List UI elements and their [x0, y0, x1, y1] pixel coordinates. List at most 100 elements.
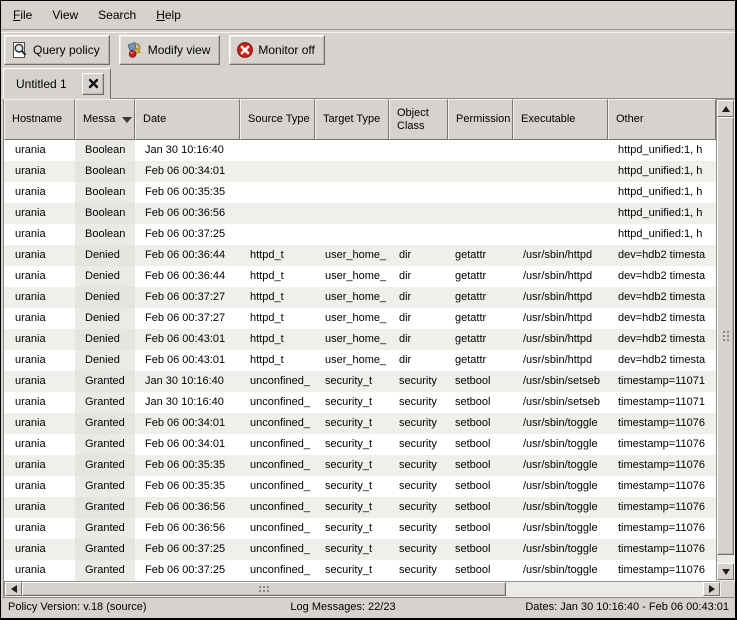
menu-search[interactable]: Search — [88, 4, 146, 26]
table-cell: urania — [4, 350, 75, 371]
table-cell: Feb 06 00:35:35 — [135, 182, 240, 203]
table-row[interactable]: uraniaGrantedFeb 06 00:35:35unconfined_s… — [4, 455, 716, 476]
column-header-date[interactable]: Date — [135, 99, 240, 140]
arrow-down-icon — [722, 569, 730, 575]
query-policy-icon — [11, 41, 29, 59]
monitor-off-label: Monitor off — [258, 43, 314, 57]
modify-view-label: Modify view — [148, 43, 211, 57]
horizontal-scrollbar-thumb[interactable] — [22, 582, 506, 596]
table-cell: security — [389, 413, 448, 434]
table-cell: security — [389, 434, 448, 455]
table-cell: Granted — [75, 434, 135, 455]
table-row[interactable]: uraniaDeniedFeb 06 00:36:44httpd_tuser_h… — [4, 266, 716, 287]
table-row[interactable]: uraniaGrantedFeb 06 00:36:56unconfined_s… — [4, 518, 716, 539]
column-header-other[interactable]: Other — [608, 99, 716, 140]
table-cell: timestamp=11076 — [608, 434, 716, 455]
table-row[interactable]: uraniaGrantedFeb 06 00:35:35unconfined_s… — [4, 476, 716, 497]
table-cell: unconfined_ — [240, 497, 315, 518]
table-cell: setbool — [448, 476, 513, 497]
table-cell: security — [389, 392, 448, 413]
table-cell — [240, 182, 315, 203]
table-cell: security_t — [315, 413, 389, 434]
table-row[interactable]: uraniaBooleanFeb 06 00:34:01httpd_unifie… — [4, 161, 716, 182]
table-row[interactable]: uraniaDeniedFeb 06 00:37:27httpd_tuser_h… — [4, 308, 716, 329]
table-cell: Boolean — [75, 203, 135, 224]
scroll-right-button[interactable] — [703, 582, 720, 596]
menu-view[interactable]: View — [42, 4, 88, 26]
scroll-left-button[interactable] — [5, 582, 22, 596]
table-row[interactable]: uraniaDeniedFeb 06 00:36:44httpd_tuser_h… — [4, 245, 716, 266]
table-cell: Feb 06 00:36:44 — [135, 266, 240, 287]
query-policy-label: Query policy — [33, 43, 100, 57]
table-cell: urania — [4, 308, 75, 329]
table-cell — [389, 224, 448, 245]
table-cell: /usr/sbin/toggle — [513, 518, 608, 539]
table-cell: user_home_ — [315, 308, 389, 329]
table-row[interactable]: uraniaGrantedFeb 06 00:34:01unconfined_s… — [4, 413, 716, 434]
scroll-up-button[interactable] — [717, 100, 734, 117]
column-header-permission[interactable]: Permission — [448, 99, 513, 140]
table-cell: Feb 06 00:37:27 — [135, 308, 240, 329]
table-cell: user_home_ — [315, 350, 389, 371]
column-header-source-type[interactable]: Source Type — [240, 99, 315, 140]
horizontal-scrollbar[interactable] — [4, 581, 721, 597]
table-cell: Feb 06 00:34:01 — [135, 434, 240, 455]
table-cell: Granted — [75, 413, 135, 434]
table-cell: dev=hdb2 timesta — [608, 308, 716, 329]
table-cell: unconfined_ — [240, 434, 315, 455]
table-cell: security — [389, 560, 448, 581]
column-header-object-class[interactable]: Object Class — [389, 99, 448, 140]
vertical-scrollbar-thumb[interactable] — [717, 117, 734, 555]
table-cell: urania — [4, 455, 75, 476]
table-cell: /usr/sbin/setseb — [513, 392, 608, 413]
table-cell: /usr/sbin/toggle — [513, 434, 608, 455]
tab-untitled-1[interactable]: Untitled 1 — [3, 68, 111, 99]
table-row[interactable]: uraniaBooleanJan 30 10:16:40httpd_unifie… — [4, 140, 716, 161]
table-row[interactable]: uraniaGrantedJan 30 10:16:40unconfined_s… — [4, 371, 716, 392]
table-cell — [389, 182, 448, 203]
table-row[interactable]: uraniaGrantedJan 30 10:16:40unconfined_s… — [4, 392, 716, 413]
toolbar: Query policy Modify view Monitor off — [1, 32, 735, 67]
tab-close-button[interactable] — [82, 73, 104, 95]
monitor-off-button[interactable]: Monitor off — [229, 35, 324, 65]
table-cell: httpd_t — [240, 245, 315, 266]
column-header-target-type[interactable]: Target Type — [315, 99, 389, 140]
column-header-executable[interactable]: Executable — [513, 99, 608, 140]
table-cell: /usr/sbin/toggle — [513, 476, 608, 497]
table-cell — [448, 224, 513, 245]
table-cell: Denied — [75, 308, 135, 329]
table-row[interactable]: uraniaBooleanFeb 06 00:36:56httpd_unifie… — [4, 203, 716, 224]
table-cell: unconfined_ — [240, 413, 315, 434]
table-cell — [513, 224, 608, 245]
table-cell: Granted — [75, 371, 135, 392]
table-row[interactable]: uraniaGrantedFeb 06 00:36:56unconfined_s… — [4, 497, 716, 518]
table-cell — [389, 161, 448, 182]
menu-help[interactable]: Help — [146, 4, 191, 26]
scroll-down-button[interactable] — [717, 563, 734, 580]
table-row[interactable]: uraniaGrantedFeb 06 00:37:25unconfined_s… — [4, 560, 716, 581]
table-cell: unconfined_ — [240, 560, 315, 581]
table-cell: urania — [4, 182, 75, 203]
table-cell — [513, 203, 608, 224]
table-row[interactable]: uraniaBooleanFeb 06 00:35:35httpd_unifie… — [4, 182, 716, 203]
table-cell: /usr/sbin/httpd — [513, 329, 608, 350]
vertical-scrollbar[interactable] — [716, 99, 735, 581]
table-row[interactable]: uraniaDeniedFeb 06 00:37:27httpd_tuser_h… — [4, 287, 716, 308]
table-row[interactable]: uraniaDeniedFeb 06 00:43:01httpd_tuser_h… — [4, 350, 716, 371]
table-cell: setbool — [448, 392, 513, 413]
column-header-hostname[interactable]: Hostname — [4, 99, 75, 140]
table-row[interactable]: uraniaGrantedFeb 06 00:34:01unconfined_s… — [4, 434, 716, 455]
table-cell: urania — [4, 476, 75, 497]
query-policy-button[interactable]: Query policy — [4, 35, 110, 65]
table-cell: setbool — [448, 518, 513, 539]
table-cell — [448, 203, 513, 224]
table-row[interactable]: uraniaDeniedFeb 06 00:43:01httpd_tuser_h… — [4, 329, 716, 350]
menu-file[interactable]: File — [3, 4, 42, 26]
table-cell: security_t — [315, 455, 389, 476]
table-cell: urania — [4, 287, 75, 308]
table-row[interactable]: uraniaGrantedFeb 06 00:37:25unconfined_s… — [4, 539, 716, 560]
arrow-right-icon — [709, 585, 715, 593]
table-row[interactable]: uraniaBooleanFeb 06 00:37:25httpd_unifie… — [4, 224, 716, 245]
modify-view-button[interactable]: Modify view — [119, 35, 221, 65]
column-header-message[interactable]: Messa — [75, 99, 135, 140]
